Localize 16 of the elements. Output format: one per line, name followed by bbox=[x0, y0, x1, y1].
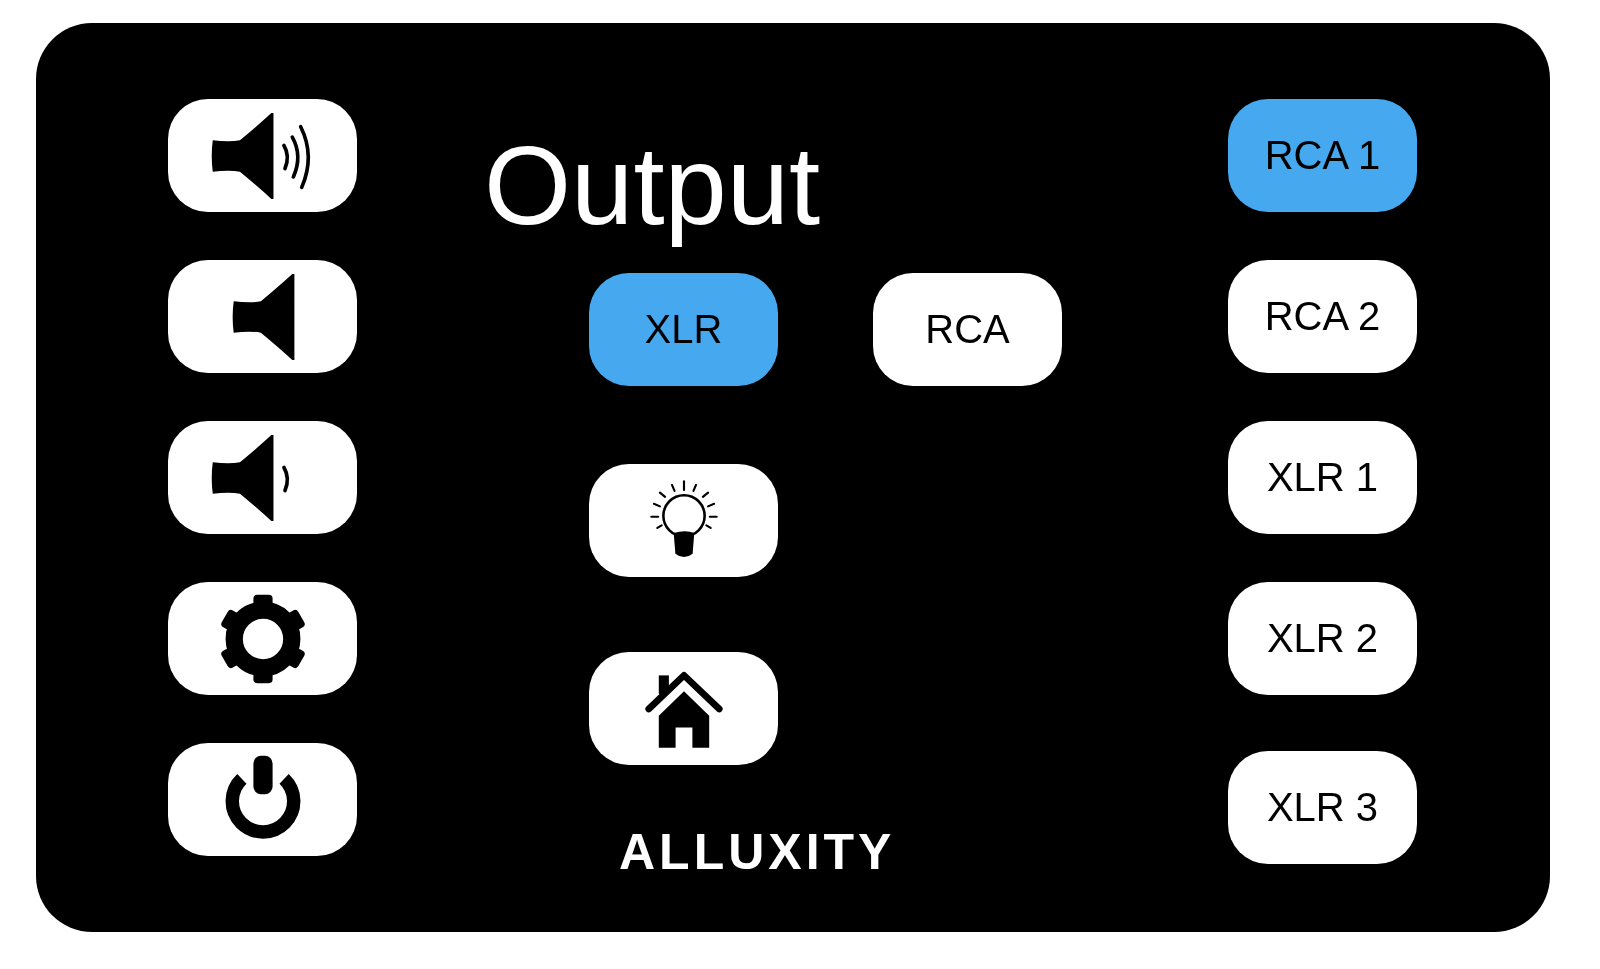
brand-logo: ALLUXITY bbox=[619, 827, 897, 878]
page-title: Output bbox=[484, 122, 821, 250]
mute-button[interactable] bbox=[168, 260, 357, 373]
output-button[interactable]: XLR 3 bbox=[1228, 751, 1417, 864]
light-button[interactable] bbox=[589, 464, 778, 578]
volume-down-button[interactable] bbox=[168, 421, 357, 534]
mode-button[interactable]: XLR bbox=[589, 273, 778, 387]
mode-button[interactable]: RCA bbox=[873, 273, 1062, 387]
power-button[interactable] bbox=[168, 743, 357, 856]
output-button[interactable]: XLR 2 bbox=[1228, 582, 1417, 695]
output-button[interactable]: XLR 1 bbox=[1228, 421, 1417, 534]
output-button[interactable]: RCA 2 bbox=[1228, 260, 1417, 373]
home-button[interactable] bbox=[589, 652, 778, 766]
output-button[interactable]: RCA 1 bbox=[1228, 99, 1417, 212]
volume-up-button[interactable] bbox=[168, 99, 357, 212]
settings-button[interactable] bbox=[168, 582, 357, 695]
